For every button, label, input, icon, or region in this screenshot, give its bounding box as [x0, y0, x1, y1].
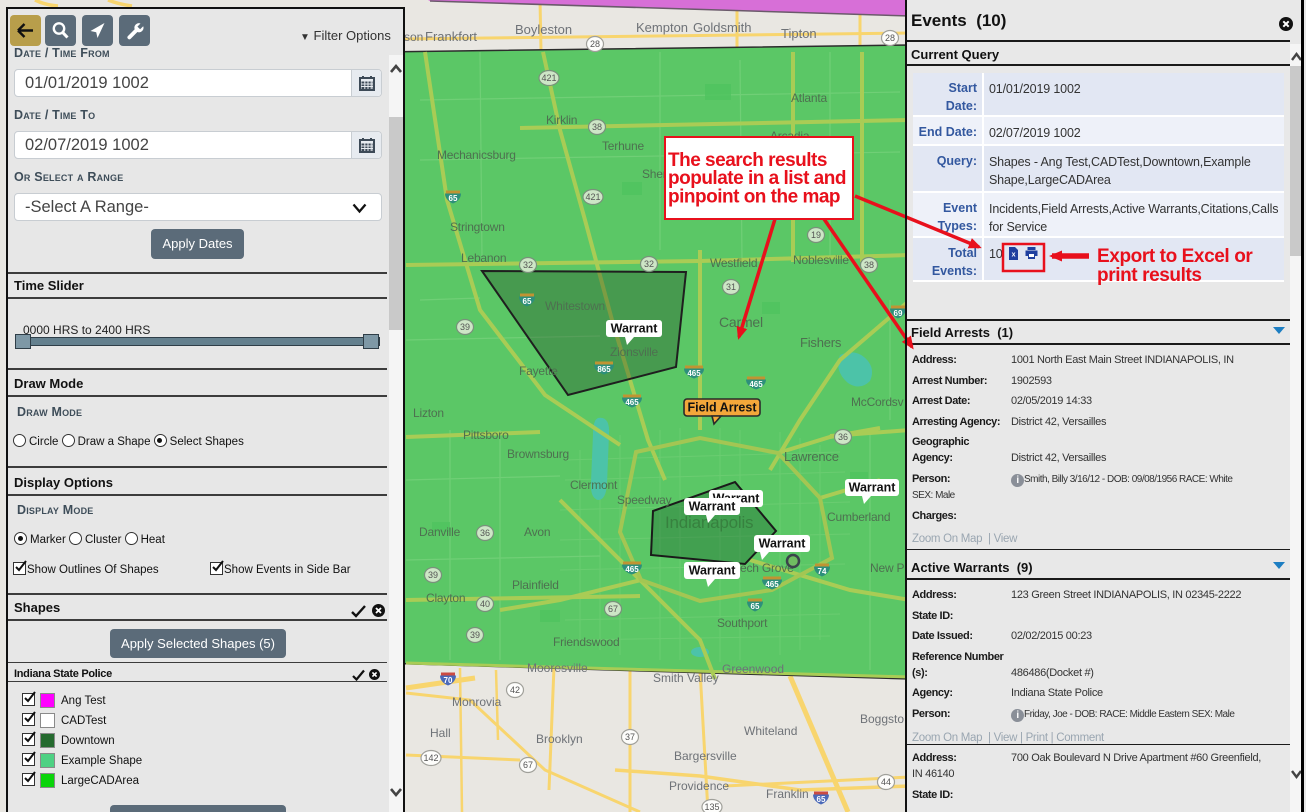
svg-text:865: 865 [597, 365, 611, 374]
svg-text:39: 39 [428, 570, 438, 580]
svg-text:67: 67 [523, 760, 533, 770]
svg-text:Arcadia: Arcadia [770, 129, 810, 143]
svg-text:Clermont: Clermont [570, 478, 618, 492]
svg-text:65: 65 [523, 297, 532, 306]
svg-text:Goldsmith: Goldsmith [693, 20, 752, 35]
svg-text:Stringtown: Stringtown [450, 220, 505, 234]
svg-text:Bargersville: Bargersville [674, 749, 737, 763]
svg-text:465: 465 [687, 369, 701, 378]
svg-text:Kirklin: Kirklin [546, 113, 577, 127]
svg-text:31: 31 [726, 282, 736, 292]
svg-text:Warrant: Warrant [689, 500, 737, 514]
svg-text:Whitestown: Whitestown [545, 299, 605, 313]
svg-text:65: 65 [751, 602, 760, 611]
svg-text:Greenwood: Greenwood [722, 662, 784, 676]
svg-text:McCordsv: McCordsv [851, 395, 904, 409]
svg-text:67: 67 [608, 604, 618, 614]
svg-text:Warrant: Warrant [759, 537, 807, 551]
svg-text:421: 421 [541, 73, 556, 83]
svg-text:28: 28 [885, 33, 895, 43]
svg-text:Pittsboro: Pittsboro [463, 428, 509, 442]
svg-text:38: 38 [864, 260, 874, 270]
svg-text:Atlanta: Atlanta [791, 91, 827, 105]
svg-text:465: 465 [749, 380, 763, 389]
svg-text:Fayette: Fayette [519, 364, 558, 378]
svg-text:Brownsburg: Brownsburg [507, 447, 569, 461]
svg-text:74: 74 [818, 567, 827, 576]
svg-text:Tipton: Tipton [781, 26, 817, 41]
svg-text:69: 69 [894, 309, 903, 318]
svg-text:42: 42 [510, 685, 520, 695]
svg-text:Kempton: Kempton [636, 20, 688, 35]
svg-text:19: 19 [811, 230, 821, 240]
svg-text:Frankfort: Frankfort [425, 29, 477, 44]
svg-text:Mechanicsburg: Mechanicsburg [437, 148, 516, 162]
svg-text:Carmel: Carmel [719, 314, 763, 330]
svg-text:465: 465 [625, 565, 639, 574]
svg-text:40: 40 [480, 599, 490, 609]
svg-text:Warrant: Warrant [689, 564, 737, 578]
svg-text:37: 37 [625, 732, 635, 742]
svg-text:135: 135 [704, 802, 719, 812]
svg-text:Smith Valley: Smith Valley [653, 671, 719, 685]
svg-text:Westfield: Westfield [710, 256, 757, 270]
svg-text:Boggsto: Boggsto [860, 712, 904, 726]
svg-text:Noblesville: Noblesville [793, 253, 849, 267]
svg-text:ech Grove: ech Grove [740, 561, 794, 575]
svg-text:Monrovia: Monrovia [452, 695, 502, 709]
svg-text:65: 65 [817, 795, 826, 804]
svg-text:Cumberland: Cumberland [827, 510, 890, 524]
svg-text:Boyleston: Boyleston [515, 22, 572, 37]
svg-text:38: 38 [592, 122, 602, 132]
svg-text:Field Arrest: Field Arrest [687, 401, 757, 415]
svg-text:x: x [1012, 252, 1016, 259]
svg-text:Franklin: Franklin [766, 787, 809, 801]
svg-text:Warrant: Warrant [611, 322, 659, 336]
svg-text:39: 39 [470, 630, 480, 640]
svg-text:Lebanon: Lebanon [461, 251, 506, 265]
svg-text:Plainfield: Plainfield [512, 578, 559, 592]
svg-text:Fishers: Fishers [800, 335, 842, 350]
svg-text:142: 142 [423, 753, 438, 763]
svg-text:Whiteland: Whiteland [744, 724, 797, 738]
svg-text:New P: New P [870, 561, 905, 575]
svg-text:Speedway: Speedway [617, 493, 672, 507]
svg-text:36: 36 [838, 432, 848, 442]
svg-text:Sheridan: Sheridan [642, 167, 688, 181]
svg-text:28: 28 [590, 39, 600, 49]
svg-text:39: 39 [460, 322, 470, 332]
svg-text:32: 32 [644, 259, 654, 269]
svg-text:Mooresville: Mooresville [527, 661, 588, 675]
svg-text:65: 65 [449, 194, 458, 203]
svg-text:son: son [404, 30, 423, 44]
svg-text:Clayton: Clayton [426, 591, 465, 605]
svg-text:Southport: Southport [717, 616, 768, 630]
svg-text:421: 421 [585, 192, 600, 202]
svg-text:Zionsville: Zionsville [610, 345, 659, 359]
svg-text:36: 36 [480, 528, 490, 538]
svg-text:44: 44 [881, 777, 891, 787]
svg-text:Brooklyn: Brooklyn [536, 732, 583, 746]
svg-text:32: 32 [523, 260, 533, 270]
svg-text:Lizton: Lizton [413, 406, 444, 420]
svg-text:Terhune: Terhune [602, 139, 644, 153]
svg-text:Avon: Avon [524, 525, 550, 539]
svg-text:70: 70 [444, 676, 453, 685]
svg-text:Hall: Hall [430, 726, 451, 740]
svg-text:Lawrence: Lawrence [784, 449, 839, 464]
svg-text:Warrant: Warrant [849, 481, 897, 495]
svg-text:Friendswood: Friendswood [553, 635, 620, 649]
svg-text:Danville: Danville [419, 525, 461, 539]
svg-text:465: 465 [765, 580, 779, 589]
svg-text:Providence: Providence [669, 779, 729, 793]
svg-text:465: 465 [625, 398, 639, 407]
